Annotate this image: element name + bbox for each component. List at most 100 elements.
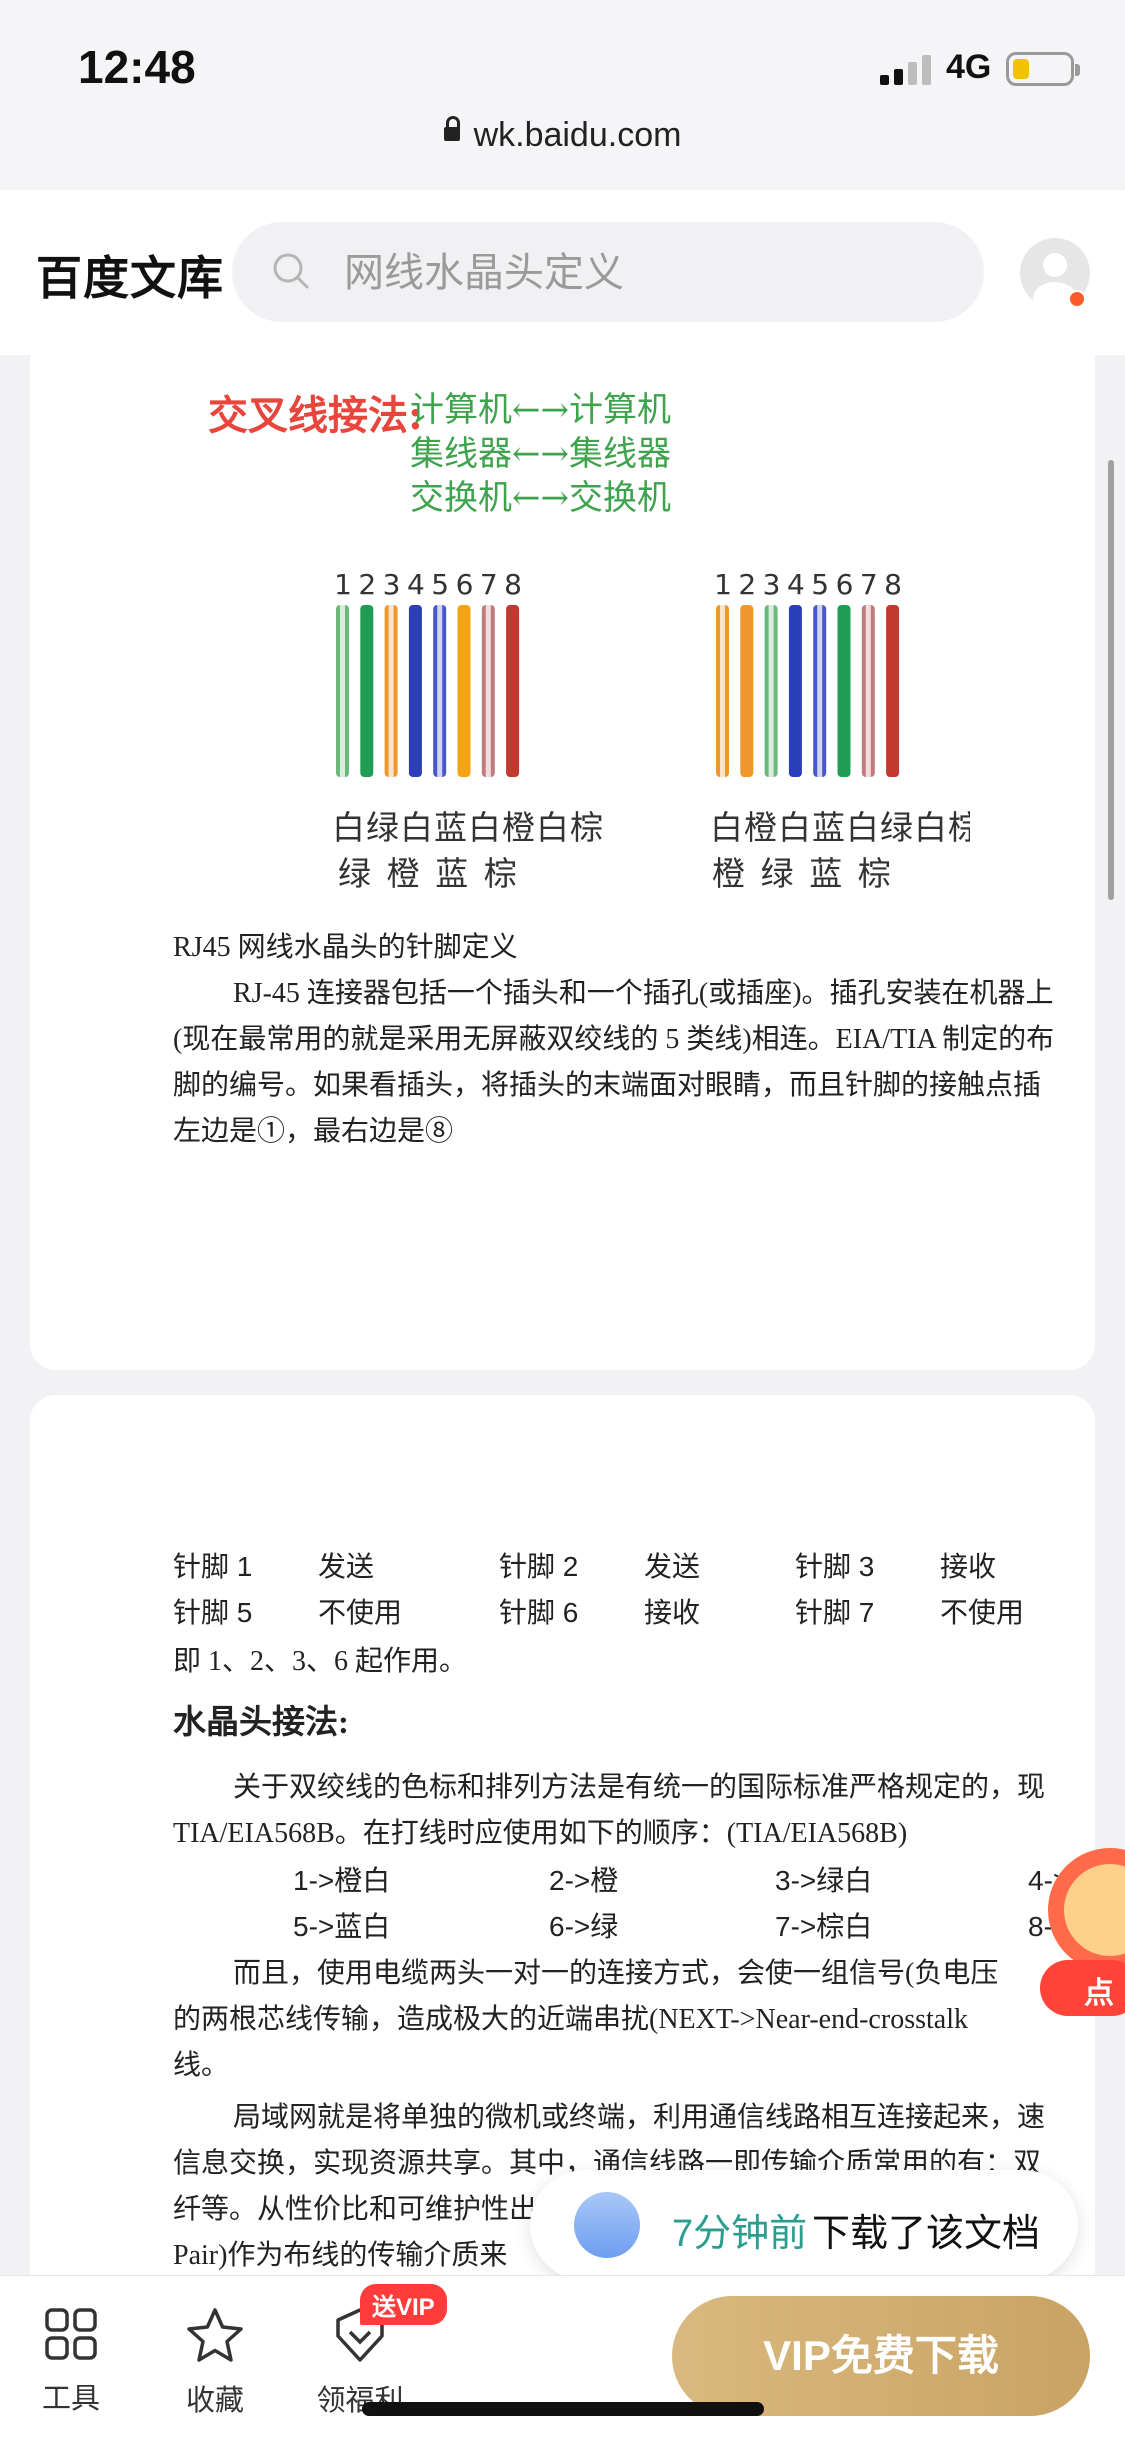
toast-time: 7分钟前 — [672, 2213, 808, 2255]
pin-function: 接收 — [644, 1597, 701, 1628]
wire-order-item: 7->棕白 — [775, 1911, 873, 1942]
lock-icon — [443, 116, 460, 142]
right-wire-stripe — [817, 605, 823, 777]
right-wire — [886, 605, 900, 777]
document-page-1: 交叉线接法: 计算机←→计算机 集线器←→集线器 交换机←→交换机 123456… — [30, 355, 1095, 1370]
right-pin-number: 1 — [714, 568, 732, 601]
pin-function: 接收 — [940, 1551, 997, 1582]
notification-dot — [1068, 290, 1086, 308]
search-input[interactable] — [342, 244, 946, 302]
left-pin-number: 8 — [504, 568, 522, 601]
star-icon — [187, 2308, 243, 2362]
right-wire — [837, 605, 851, 777]
wire-order-item: 3->绿白 — [775, 1865, 873, 1896]
doc-line: 关于双绞线的色标和排列方法是有统一的国际标准严格规定的，现 — [233, 1772, 1046, 1803]
doc-line: (现在最常用的就是采用无屏蔽双绞线的 5 类线)相连。EIA/TIA 制定的布 — [173, 1024, 1055, 1055]
doc-line: 左边是①，最右边是⑧ — [173, 1116, 454, 1147]
doc-line: TIA/EIA568B。在打线时应使用如下的顺序：(TIA/EIA568B) — [173, 1818, 908, 1849]
wire-order-item: 6->绿 — [549, 1911, 619, 1942]
left-wire-stripe — [340, 605, 345, 777]
battery-icon — [1006, 52, 1080, 86]
diagram-pair-2: 集线器←→集线器 — [410, 434, 671, 474]
left-connector-wires: 12345678 — [334, 568, 522, 777]
right-color-label: 绿 — [761, 854, 794, 893]
doc-line: 线。 — [173, 2050, 230, 2081]
tools-button[interactable]: 工具 — [16, 2306, 126, 2417]
left-pin-number: 6 — [456, 568, 474, 601]
doc-line: RJ-45 连接器包括一个插头和一个插孔(或插座)。插孔安装在机器上 — [233, 978, 1054, 1009]
right-connector-wires: 12345678 — [714, 568, 902, 777]
doc-heading: RJ45 网线水晶头的针脚定义 — [173, 932, 518, 963]
vip-download-button[interactable]: VIP免费下载 — [672, 2296, 1090, 2416]
status-time: 12:48 — [78, 41, 196, 93]
left-pin-number: 3 — [383, 568, 401, 601]
right-color-label: 蓝 — [809, 854, 842, 893]
right-pin-number: 7 — [860, 568, 878, 601]
diagram-pair-3: 交换机←→交换机 — [410, 478, 671, 518]
right-color-label: 橙 — [712, 854, 745, 893]
favorite-label: 收藏 — [185, 2385, 244, 2417]
diagram-pair-1: 计算机←→计算机 — [410, 390, 671, 430]
doc-line: 而且，使用电缆两头一对一的连接方式，会使一组信号(负电压 — [233, 1958, 999, 1989]
left-wire — [457, 605, 471, 777]
document-page-2: 针脚 1 发送 针脚 2 发送 针脚 3 接收 针脚 5 不使用 针脚 6 接收 针脚 7 不使用 即… — [30, 1395, 1095, 2295]
pin-function: 不使用 — [940, 1597, 1025, 1628]
left-color-label: 橙 — [387, 854, 420, 893]
url-bar[interactable]: wk.baidu.com — [0, 116, 1125, 155]
section-heading: 水晶头接法: — [173, 1705, 349, 1741]
pin-label: 针脚 2 — [499, 1551, 579, 1582]
diagram-title: 交叉线接法: — [208, 392, 423, 439]
right-pin-number: 2 — [738, 568, 756, 601]
pin-function: 发送 — [644, 1551, 701, 1582]
right-wire-stripe — [865, 605, 871, 777]
wire-order-item: 5->蓝白 — [293, 1911, 391, 1942]
pin-label: 针脚 1 — [173, 1551, 253, 1582]
left-wire-stripe — [388, 605, 394, 777]
wire-order-item: 1->橙白 — [293, 1865, 391, 1896]
right-pin-number: 8 — [884, 568, 902, 601]
download-toast: 7分钟前 下载了该文档 — [530, 2170, 1078, 2280]
right-wire-stripe — [720, 605, 725, 777]
left-pin-number: 2 — [358, 568, 376, 601]
right-wire — [740, 605, 754, 777]
pin-function: 不使用 — [318, 1597, 403, 1628]
left-color-label: 蓝 — [435, 854, 468, 893]
network-label: 4G — [946, 48, 992, 86]
left-pin-number: 1 — [334, 568, 352, 601]
status-bar: 12:48 4G wk.baidu.com — [0, 0, 1125, 191]
app-header: 百度文库 — [0, 190, 1125, 355]
doc-line: Pair)作为布线的传输介质来 — [173, 2240, 508, 2271]
grid-icon — [45, 2308, 97, 2360]
doc-line: 脚的编号。如果看插头，将插头的末端面对眼睛，而且针脚的接触点插 — [173, 1070, 1042, 1101]
doc-line: 局域网就是将单独的微机或终端，利用通信线路相互连接起来，速 — [233, 2102, 1046, 2133]
toast-action: 下载了该文档 — [812, 2213, 1041, 2255]
doc-line: 的两根芯线传输，造成极大的近端串扰(NEXT->Near-end-crossta… — [173, 2004, 968, 2035]
left-wire-stripe — [485, 605, 491, 777]
pin-label: 针脚 7 — [795, 1597, 875, 1628]
promo-float[interactable]: 点 — [1040, 1840, 1125, 2040]
wire-order-item: 2->橙 — [549, 1865, 619, 1896]
crossover-wiring-diagram: 交叉线接法: 计算机←→计算机 集线器←→集线器 交换机←→交换机 123456… — [208, 390, 970, 893]
right-wire-stripe — [768, 605, 774, 777]
search-box[interactable] — [232, 222, 984, 322]
tools-label: 工具 — [41, 2383, 100, 2415]
pin-label: 针脚 3 — [795, 1551, 875, 1582]
toast-avatar — [574, 2192, 640, 2258]
left-pin-number: 5 — [431, 568, 449, 601]
url-text: wk.baidu.com — [473, 116, 682, 154]
left-color-label: 棕 — [484, 854, 517, 893]
left-colors-row2: 绿橙蓝棕 — [338, 854, 517, 893]
pin-function: 发送 — [318, 1551, 375, 1582]
left-colors-row1: 白绿白蓝白橙白棕 — [332, 808, 604, 847]
left-pin-number: 7 — [480, 568, 498, 601]
doc-note: 即 1、2、3、6 起作用。 — [173, 1646, 468, 1677]
right-pin-number: 3 — [763, 568, 781, 601]
home-indicator[interactable] — [362, 2402, 764, 2416]
right-colors-row1: 白橙白蓝白绿白棕 — [710, 808, 970, 847]
right-colors-row2: 橙绿蓝棕 — [712, 854, 891, 893]
pin-label: 针脚 6 — [499, 1597, 579, 1628]
logo[interactable]: 百度文库 — [36, 242, 224, 308]
favorite-button[interactable]: 收藏 — [160, 2306, 270, 2419]
scrollbar[interactable] — [1108, 460, 1114, 900]
search-icon — [273, 253, 309, 289]
